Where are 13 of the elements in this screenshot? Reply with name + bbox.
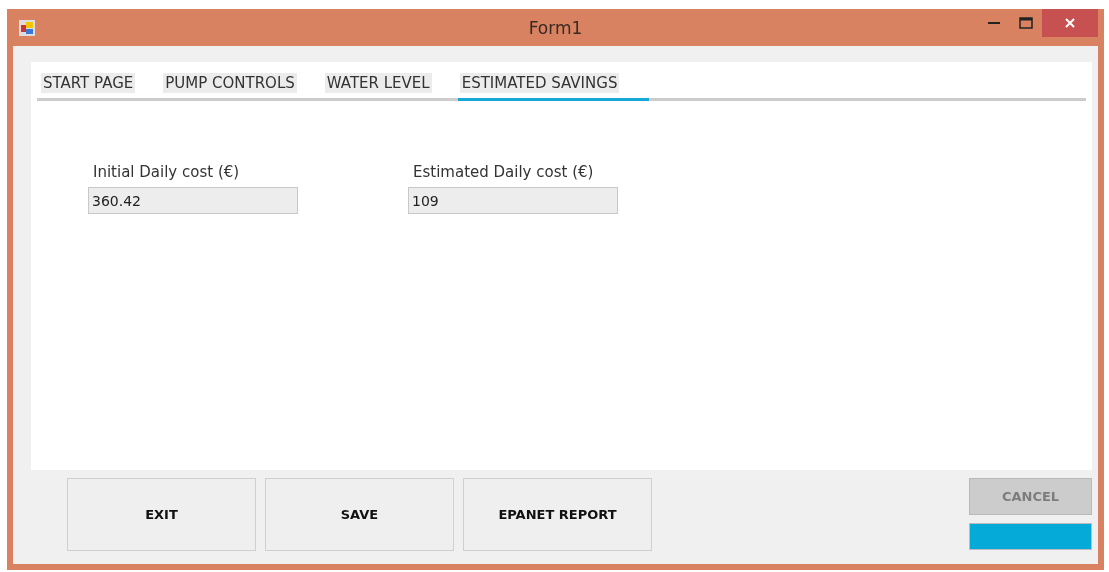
- action-button[interactable]: EXIT: [67, 478, 256, 551]
- app-icon: [19, 19, 35, 36]
- maximize-icon: [1019, 17, 1033, 29]
- action-button[interactable]: SAVE: [265, 478, 454, 551]
- field-label: Initial Daily cost (€): [93, 163, 241, 181]
- close-button[interactable]: [1042, 9, 1098, 37]
- close-icon: [1064, 17, 1076, 29]
- window-title: Form1: [528, 17, 583, 38]
- input-field[interactable]: 360.42: [88, 187, 298, 214]
- input-field[interactable]: 109: [408, 187, 618, 214]
- minimize-icon: [988, 21, 1000, 25]
- field-label: Estimated Daily cost (€): [413, 163, 595, 181]
- action-button[interactable]: EPANET REPORT: [463, 478, 652, 551]
